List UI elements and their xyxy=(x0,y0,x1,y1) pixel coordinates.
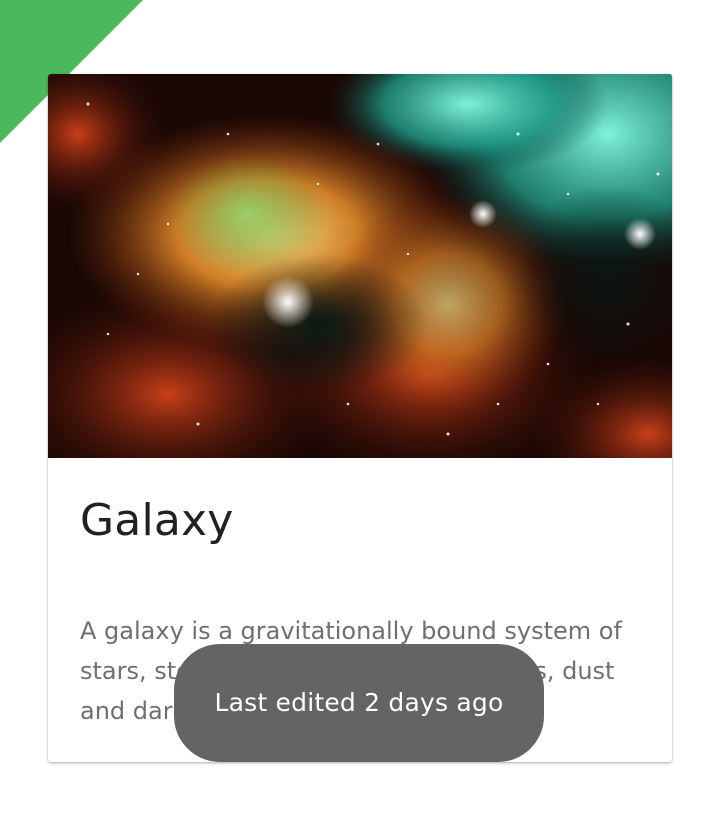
snackbar-toast: Last edited 2 days ago xyxy=(174,644,544,762)
card-title: Galaxy xyxy=(80,495,234,546)
galaxy-image xyxy=(48,74,672,458)
